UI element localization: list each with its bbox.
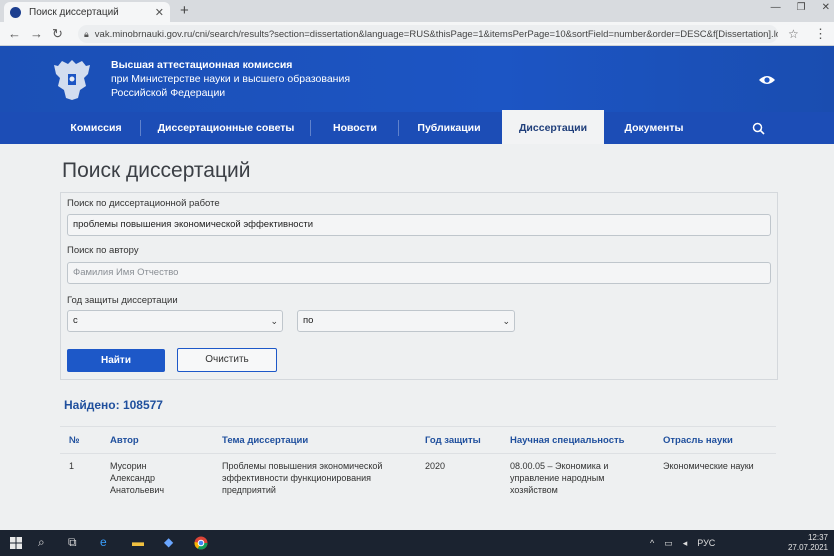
column-header-year[interactable]: Год защиты <box>425 435 481 446</box>
row-specialty: 08.00.05 – Экономика и управление народн… <box>510 460 608 496</box>
site-header: Высшая аттестационная комиссия при Минис… <box>0 46 834 112</box>
column-header-topic[interactable]: Тема диссертации <box>222 435 308 446</box>
back-icon[interactable]: ← <box>8 26 21 41</box>
file-explorer-icon[interactable]: ▬ <box>132 535 144 549</box>
author-search-input[interactable]: Фамилия Имя Отчество <box>67 262 771 284</box>
reload-icon[interactable]: ↻ <box>52 26 63 42</box>
year-to-value: по <box>303 315 314 326</box>
system-tray: ^ ▭ ◂ РУС <box>650 538 715 549</box>
column-header-specialty[interactable]: Научная специальность <box>510 435 624 446</box>
tray-expand-icon[interactable]: ^ <box>650 538 654 549</box>
keyboard-language[interactable]: РУС <box>697 538 715 549</box>
close-tab-icon[interactable]: ✕ <box>155 6 164 19</box>
task-view-icon[interactable]: ⧉ <box>68 535 77 550</box>
edge-icon[interactable]: e <box>100 535 107 549</box>
specialty-line: 08.00.05 – Экономика и <box>510 461 609 471</box>
window-controls: — ❐ ✕ <box>771 2 830 13</box>
browser-toolbar: ← → ↻ 🔒︎ vak.minobrnauki.gov.ru/cni/sear… <box>0 22 834 46</box>
author-line: Мусорин <box>110 461 147 471</box>
column-header-number[interactable]: № <box>69 435 80 446</box>
tab-title: Поиск диссертаций <box>29 6 119 18</box>
page-title: Поиск диссертаций <box>62 159 251 182</box>
network-icon[interactable]: ▭ <box>664 538 673 549</box>
site-favicon-icon <box>10 6 21 18</box>
nav-divider <box>398 120 399 136</box>
clock[interactable]: 12:37 27.07.2021 <box>788 533 828 553</box>
found-count: 108577 <box>122 398 163 412</box>
minimize-icon[interactable]: — <box>771 2 781 13</box>
org-name-line3: Российской Федерации <box>111 87 226 99</box>
bookmark-star-icon[interactable]: ☆ <box>788 27 799 41</box>
specialty-line: управление народным <box>510 473 605 483</box>
author-line: Анатольевич <box>110 485 165 495</box>
chevron-down-icon: ⌄ <box>502 316 510 326</box>
close-window-icon[interactable]: ✕ <box>822 2 830 13</box>
organization-name[interactable]: Высшая аттестационная комиссия при Минис… <box>111 58 350 100</box>
row-topic[interactable]: Проблемы повышения экономической эффекти… <box>222 460 382 496</box>
nav-divider <box>310 120 311 136</box>
browser-menu-icon[interactable]: ⋮ <box>814 26 827 42</box>
browser-tab-bar: Поиск диссертаций ✕ + — ❐ ✕ <box>0 0 834 22</box>
nav-item-news[interactable]: Новости <box>316 112 394 144</box>
org-name-line1: Высшая аттестационная комиссия <box>111 59 293 71</box>
year-to-select[interactable]: по ⌄ <box>297 310 515 332</box>
find-button[interactable]: Найти <box>67 349 165 372</box>
main-nav: Комиссия Диссертационные советы Новости … <box>0 110 834 144</box>
search-icon[interactable] <box>752 122 765 135</box>
work-search-label: Поиск по диссертационной работе <box>67 198 220 209</box>
browser-tab[interactable]: Поиск диссертаций ✕ <box>4 2 170 22</box>
clear-button[interactable]: Очистить <box>177 348 277 372</box>
year-label: Год защиты диссертации <box>67 295 178 306</box>
table-header: № Автор Тема диссертации Год защиты Науч… <box>60 426 776 454</box>
specialty-line: хозяйством <box>510 485 558 495</box>
nav-item-councils[interactable]: Диссертационные советы <box>146 112 306 144</box>
column-header-branch[interactable]: Отрасль науки <box>663 435 733 446</box>
windows-start-icon[interactable] <box>10 537 22 549</box>
volume-icon[interactable]: ◂ <box>683 538 688 549</box>
topic-line: эффективности функционирования <box>222 473 371 483</box>
clock-date: 27.07.2021 <box>787 543 828 552</box>
year-from-select[interactable]: с ⌄ <box>67 310 283 332</box>
nav-divider <box>140 120 141 136</box>
nav-item-dissertations[interactable]: Диссертации <box>502 110 604 144</box>
row-year: 2020 <box>425 461 446 471</box>
url-text: vak.minobrnauki.gov.ru/cni/search/result… <box>94 28 778 40</box>
nav-item-publications[interactable]: Публикации <box>404 112 494 144</box>
russian-emblem-icon[interactable] <box>52 56 92 102</box>
author-search-label: Поиск по автору <box>67 245 139 256</box>
address-bar[interactable]: 🔒︎ vak.minobrnauki.gov.ru/cni/search/res… <box>78 25 778 43</box>
nav-item-documents[interactable]: Документы <box>612 112 696 144</box>
found-label: Найдено: <box>64 398 120 412</box>
restore-icon[interactable]: ❐ <box>797 2 806 13</box>
row-number: 1 <box>69 461 75 471</box>
chrome-icon[interactable] <box>194 536 208 550</box>
year-from-value: с <box>73 315 78 326</box>
clock-time: 12:37 <box>807 533 828 542</box>
row-author[interactable]: Мусорин Александр Анатольевич <box>110 460 164 496</box>
accessibility-eye-icon[interactable] <box>758 74 776 86</box>
org-name-line2: при Министерстве науки и высшего образов… <box>111 73 351 85</box>
topic-line: предприятий <box>222 485 276 495</box>
new-tab-button[interactable]: + <box>180 2 189 19</box>
taskbar: ⌕ ⧉ e ▬ ◆ ^ ▭ ◂ РУС 12:37 27.07.2021 <box>0 530 834 556</box>
forward-icon[interactable]: → <box>30 26 43 41</box>
nav-item-commission[interactable]: Комиссия <box>56 112 136 144</box>
lock-icon: 🔒︎ <box>84 28 89 39</box>
results-count: Найдено: 108577 <box>64 398 163 412</box>
search-form: Поиск по диссертационной работе проблемы… <box>60 192 778 380</box>
column-header-author[interactable]: Автор <box>110 435 139 446</box>
store-icon[interactable]: ◆ <box>164 535 173 549</box>
row-branch: Экономические науки <box>663 461 754 471</box>
taskbar-search-icon[interactable]: ⌕ <box>38 535 45 550</box>
work-search-input[interactable]: проблемы повышения экономической эффекти… <box>67 214 771 236</box>
topic-line: Проблемы повышения экономической <box>222 461 383 471</box>
chevron-down-icon: ⌄ <box>270 316 278 326</box>
author-line: Александр <box>110 473 156 483</box>
